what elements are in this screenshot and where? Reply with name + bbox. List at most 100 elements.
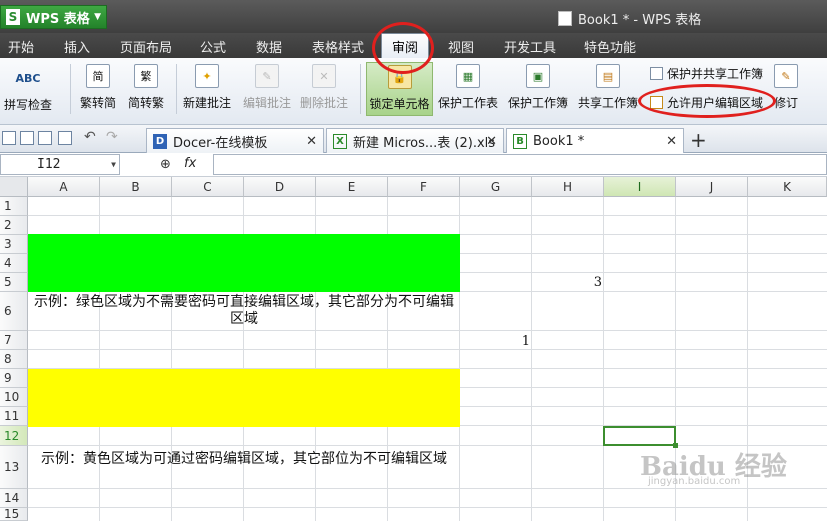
tab-table-style[interactable]: 表格样式 — [312, 37, 364, 56]
ribbon-divider — [70, 64, 71, 114]
column-header-h[interactable]: H — [532, 177, 604, 197]
share-workbook-button[interactable]: ▤ 共享工作簿 — [578, 64, 638, 111]
watermark-url: jingyan.baidu.com — [648, 476, 741, 487]
tab-formulas[interactable]: 公式 — [200, 37, 226, 56]
tab-developer[interactable]: 开发工具 — [504, 37, 556, 56]
doc-tab-docer[interactable]: D Docer-在线模板 ✕ — [146, 128, 324, 153]
undo-icon[interactable]: ↶ — [84, 129, 96, 145]
column-header-d[interactable]: D — [244, 177, 316, 197]
formula-bar: I12 ▼ ⊕ fx — [0, 153, 827, 177]
to-simplified-button[interactable]: 简 繁转简 — [80, 64, 116, 111]
new-comment-label: 新建批注 — [183, 96, 232, 110]
yellow-password-region[interactable] — [28, 369, 460, 427]
column-header-f[interactable]: F — [388, 177, 460, 197]
edit-comment-icon: ✎ — [255, 64, 279, 88]
app-menu-button[interactable]: S WPS 表格 ▼ — [0, 5, 107, 29]
redo-icon[interactable]: ↷ — [106, 129, 118, 145]
ribbon-divider — [360, 64, 361, 114]
row-header-3[interactable]: 3 — [0, 235, 28, 254]
column-header-g[interactable]: G — [460, 177, 532, 197]
tab-page-layout[interactable]: 页面布局 — [120, 37, 172, 56]
cell-a13-note[interactable]: 示例：黄色区域为可通过密码编辑区域，其它部位为不可编辑区域 — [30, 451, 458, 468]
protect-workbook-label: 保护工作簿 — [508, 96, 569, 110]
cell-g7-value[interactable]: 1 — [460, 334, 530, 349]
grid-vline — [531, 197, 532, 521]
protect-sheet-icon: ▦ — [456, 64, 480, 88]
tab-insert[interactable]: 插入 — [64, 37, 90, 56]
close-icon[interactable]: ✕ — [666, 134, 677, 149]
select-all-corner[interactable] — [0, 177, 28, 197]
grid-hline — [28, 507, 827, 508]
row-header-13[interactable]: 13 — [0, 446, 28, 489]
column-header-e[interactable]: E — [316, 177, 388, 197]
row-header-1[interactable]: 1 — [0, 197, 28, 216]
tab-special-features[interactable]: 特色功能 — [584, 37, 636, 56]
tab-data[interactable]: 数据 — [256, 37, 282, 56]
save-icon[interactable] — [20, 131, 34, 145]
protect-workbook-button[interactable]: ▣ 保护工作簿 — [508, 64, 568, 111]
row-header-11[interactable]: 11 — [0, 407, 28, 426]
row-header-4[interactable]: 4 — [0, 254, 28, 273]
cell-a6-note[interactable]: 示例：绿色区域为不需要密码可直接编辑区域，其它部分为不可编辑区域 — [30, 294, 458, 328]
cell-ref: I12 — [37, 157, 61, 172]
row-header-2[interactable]: 2 — [0, 216, 28, 235]
protect-sheet-label: 保护工作表 — [438, 96, 499, 110]
track-changes-button[interactable]: ✎ 修订 — [774, 64, 798, 111]
row-header-7[interactable]: 7 — [0, 331, 28, 350]
row-header-5[interactable]: 5 — [0, 273, 28, 292]
docer-icon: D — [153, 133, 167, 149]
to-traditional-button[interactable]: 繁 简转繁 — [128, 64, 164, 111]
new-comment-button[interactable]: ✦ 新建批注 — [183, 64, 231, 111]
close-icon[interactable]: ✕ — [306, 134, 317, 149]
doc-tab-book1[interactable]: B Book1 * ✕ — [506, 128, 684, 153]
column-header-c[interactable]: C — [172, 177, 244, 197]
row-header-10[interactable]: 10 — [0, 388, 28, 407]
selected-cell-cursor[interactable] — [603, 426, 678, 448]
new-tab-button[interactable]: + — [690, 128, 707, 152]
protect-share-workbook-button[interactable]: 保护并共享工作簿 — [650, 65, 763, 82]
fx-icon[interactable]: fx — [184, 156, 196, 171]
delete-comment-button[interactable]: ✕ 删除批注 — [300, 64, 348, 111]
window-title-text: Book1 * - WPS 表格 — [578, 13, 702, 28]
formula-input[interactable] — [213, 154, 827, 175]
cell-h5-value[interactable]: 3 — [532, 275, 602, 290]
close-icon[interactable]: ✕ — [486, 134, 497, 149]
tab-view[interactable]: 视图 — [448, 37, 474, 56]
traditional-icon: 繁 — [134, 64, 158, 88]
column-header-i[interactable]: I — [604, 177, 676, 197]
column-header-j[interactable]: J — [676, 177, 748, 197]
share-workbook-label: 共享工作簿 — [578, 96, 639, 110]
row-header-9[interactable]: 9 — [0, 369, 28, 388]
spell-check-button[interactable]: ABC 拼写检查 — [4, 66, 52, 113]
column-header-a[interactable]: A — [28, 177, 100, 197]
green-editable-region[interactable] — [28, 234, 460, 292]
row-header-12[interactable]: 12 — [0, 426, 28, 446]
open-folder-icon[interactable] — [2, 131, 16, 145]
protect-share-label: 保护并共享工作簿 — [667, 67, 764, 81]
name-box[interactable]: I12 ▼ — [0, 154, 120, 175]
row-header-14[interactable]: 14 — [0, 489, 28, 508]
track-changes-icon: ✎ — [774, 64, 798, 88]
protect-workbook-icon: ▣ — [526, 64, 550, 88]
edit-comment-label: 编辑批注 — [243, 96, 292, 110]
doc-tab-xls[interactable]: X 新建 Micros...表 (2).xls ✕ — [326, 128, 504, 153]
print-icon[interactable] — [38, 131, 52, 145]
column-header-b[interactable]: B — [100, 177, 172, 197]
print-preview-icon[interactable] — [58, 131, 72, 145]
row-header-6[interactable]: 6 — [0, 292, 28, 331]
tab-home[interactable]: 开始 — [8, 37, 34, 56]
grid-hline — [28, 349, 827, 350]
protect-sheet-button[interactable]: ▦ 保护工作表 — [438, 64, 498, 111]
doc-tab-label: 新建 Micros...表 (2).xls — [353, 135, 496, 151]
row-header-8[interactable]: 8 — [0, 350, 28, 369]
lock-cells-label: 锁定单元格 — [369, 97, 430, 111]
spreadsheet-icon: B — [513, 133, 527, 149]
column-header-k[interactable]: K — [748, 177, 827, 197]
zoom-icon[interactable]: ⊕ — [160, 157, 171, 172]
protect-share-icon — [650, 67, 663, 80]
document-icon — [558, 11, 572, 26]
edit-comment-button[interactable]: ✎ 编辑批注 — [243, 64, 291, 111]
row-header-15[interactable]: 15 — [0, 507, 28, 521]
simplified-icon: 简 — [86, 64, 110, 88]
chevron-down-icon[interactable]: ▼ — [111, 155, 116, 174]
